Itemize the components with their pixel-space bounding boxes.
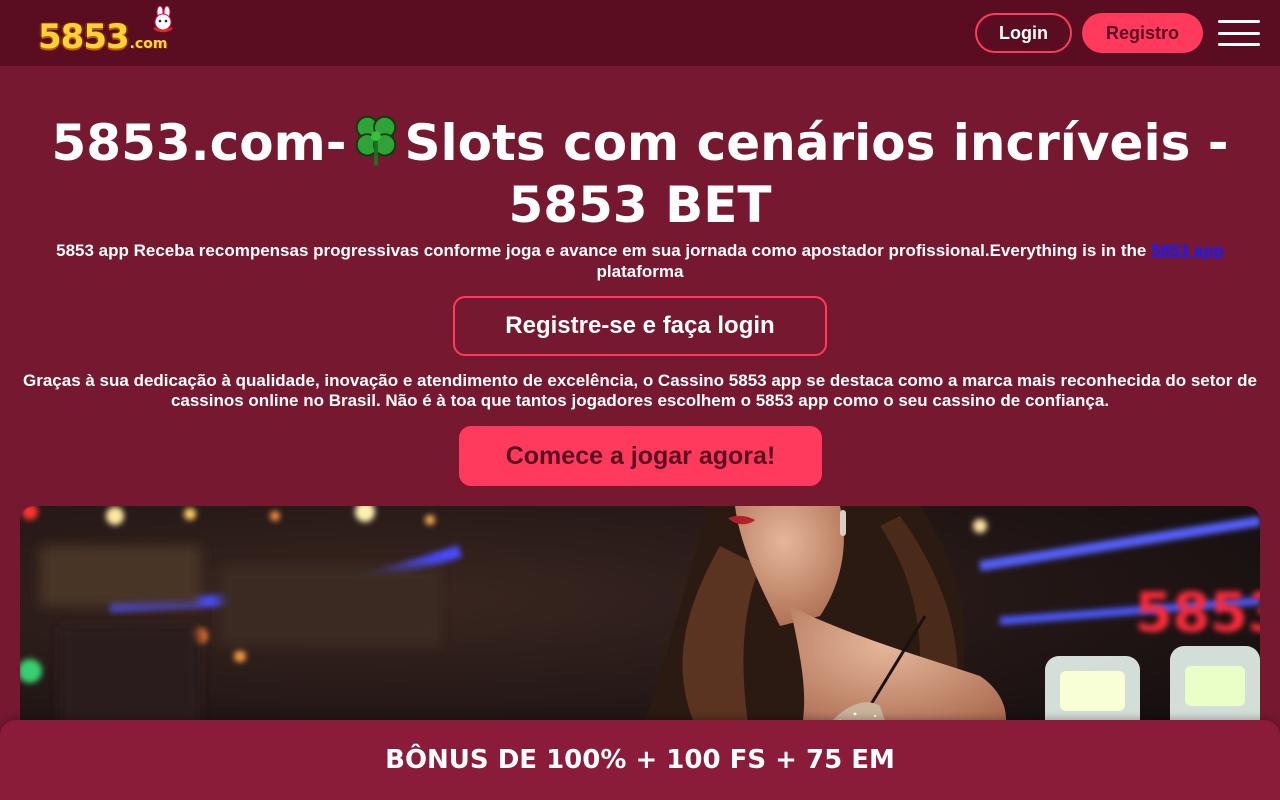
logo-mascot bbox=[153, 6, 173, 33]
description-text: Graças à sua dedicação à qualidade, inov… bbox=[23, 371, 1257, 410]
intro-text-after: plataforma bbox=[596, 262, 684, 281]
casino-scene-image: 5853 bbox=[20, 506, 1260, 736]
register-login-button[interactable]: Registre-se e faça login bbox=[453, 296, 827, 356]
site-header: 5853 .com Login Registro bbox=[0, 0, 1280, 66]
register-button[interactable]: Registro bbox=[1082, 13, 1203, 53]
header-actions: Login Registro bbox=[975, 13, 1260, 53]
login-button[interactable]: Login bbox=[975, 13, 1072, 53]
menu-icon[interactable] bbox=[1218, 20, 1260, 46]
bonus-banner[interactable]: BÔNUS DE 100% + 100 FS + 75 EM bbox=[0, 720, 1280, 800]
title-prefix: 5853.com- bbox=[51, 114, 347, 172]
play-now-button[interactable]: Comece a jogar agora! bbox=[459, 426, 822, 486]
logo-domain: .com bbox=[129, 36, 168, 52]
intro-text: 5853 app Receba recompensas progressivas… bbox=[20, 240, 1260, 282]
hero-image: 5853 bbox=[20, 506, 1260, 736]
clover-icon bbox=[355, 115, 396, 167]
intro-text-before: 5853 app Receba recompensas progressivas… bbox=[56, 241, 1152, 260]
title-main: Slots com cenários incríveis - 5853 BET bbox=[404, 114, 1229, 234]
svg-text:5853: 5853 bbox=[1135, 581, 1260, 644]
logo-number: 5853 bbox=[38, 17, 130, 57]
app-link[interactable]: 5853 app bbox=[1151, 241, 1224, 260]
page-title: 5853.com- Slots com cenários incríveis -… bbox=[20, 110, 1260, 236]
site-logo[interactable]: 5853 .com bbox=[38, 6, 173, 58]
